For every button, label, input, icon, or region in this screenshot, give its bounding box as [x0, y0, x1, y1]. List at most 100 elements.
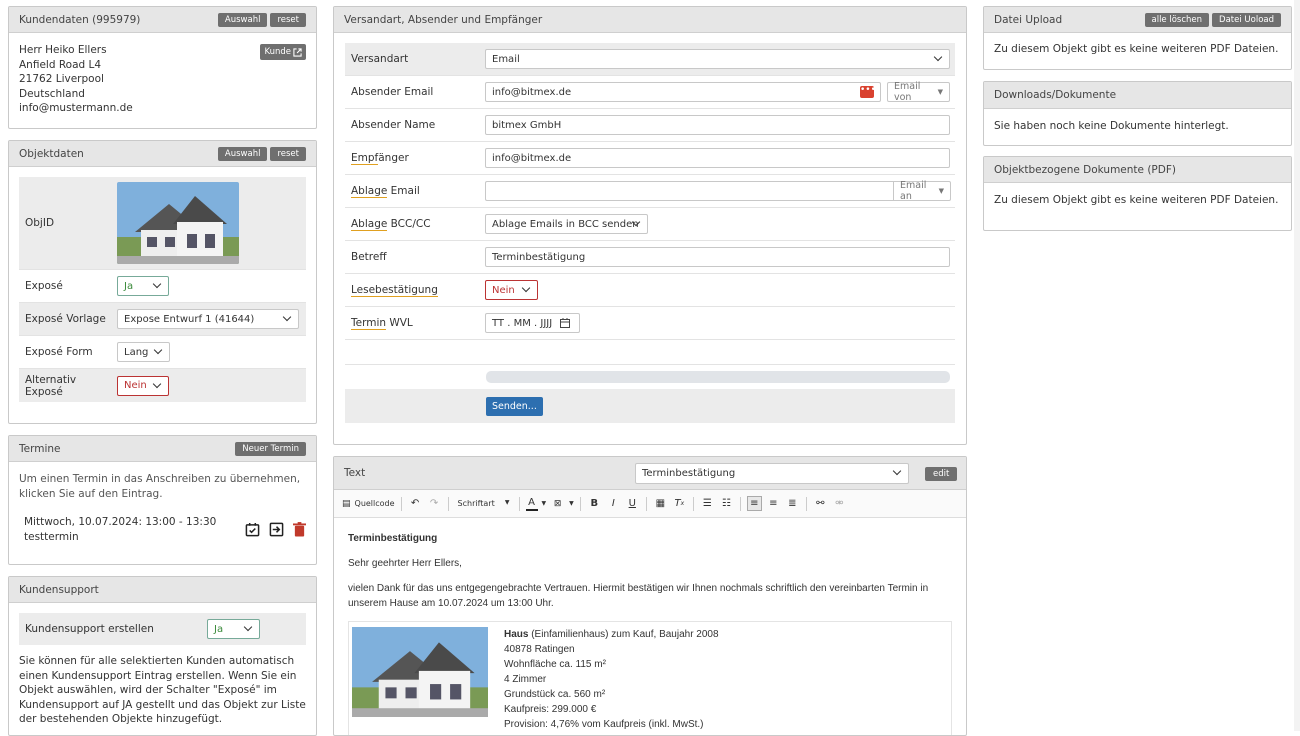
spacer-row	[345, 340, 955, 365]
betreff-input[interactable]: Terminbestätigung	[485, 247, 950, 267]
blockquote-icon[interactable]: ▦	[653, 496, 668, 511]
versandart-row: Versandart Email	[345, 43, 955, 76]
alt-select[interactable]: Nein	[117, 375, 169, 396]
house-image[interactable]	[117, 182, 239, 264]
caret-down-icon: ▼	[504, 499, 510, 506]
termin-wvl-label-a: Termin	[351, 317, 387, 330]
text-edit-button[interactable]: edit	[925, 467, 958, 481]
vorlage-label: Exposé Vorlage	[25, 313, 106, 325]
link-icon[interactable]: ⚯	[813, 496, 828, 511]
object-line: 4 Zimmer	[504, 674, 547, 685]
calendar-check-icon[interactable]	[245, 522, 260, 537]
form-label: Exposé Form	[25, 346, 93, 358]
ablage-bcc-value: Ablage Emails in BCC senden	[492, 218, 639, 230]
neuer-termin-button[interactable]: Neuer Termin	[235, 441, 306, 456]
abs-email-input[interactable]: info@bitmex.de •••	[485, 82, 881, 102]
empfaenger-row: Empfänger info@bitmex.de	[345, 142, 955, 175]
italic-icon[interactable]: I	[606, 496, 621, 511]
more-icon[interactable]: •••	[860, 86, 876, 98]
email-an-dropdown[interactable]: Email an ▼	[893, 180, 951, 202]
align-center-icon[interactable]: ≡	[766, 496, 781, 511]
ablage-email-label-a: Ablage	[351, 185, 388, 198]
support-erstellen-select[interactable]: Ja	[207, 619, 260, 639]
underline-icon[interactable]: U	[625, 496, 640, 511]
ablage-email-input[interactable]	[485, 181, 893, 201]
versand-title: Versandart, Absender und Empfänger	[344, 13, 543, 26]
form-row: Exposé Form Lang	[19, 336, 306, 369]
house-image	[352, 627, 488, 717]
calendar-icon[interactable]	[560, 318, 570, 328]
source-icon[interactable]: ▤	[342, 499, 351, 509]
support-erstellen-value: Ja	[214, 623, 224, 635]
alt-row: Alternativ Exposé Nein	[19, 369, 306, 402]
bullet-list-icon[interactable]: ☷	[719, 496, 734, 511]
upload-panel: Datei Upload alle löschen Datei Uoload Z…	[983, 6, 1292, 70]
kunde-open-button[interactable]: Kunde	[260, 44, 306, 60]
termin-date: Mittwoch, 10.07.2024: 13:00 - 13:30	[24, 516, 217, 529]
align-left-icon[interactable]: ≡	[746, 496, 762, 511]
termin-wvl-value: TT . MM . JJJJ	[492, 317, 553, 329]
toolbar-separator	[805, 496, 807, 511]
kunde-reset-button[interactable]: reset	[270, 12, 306, 27]
editor-content[interactable]: Terminbestätigung Sehr geehrter Herr Ell…	[334, 518, 966, 735]
undo-icon[interactable]: ↶	[408, 496, 423, 511]
ablage-email-label: Ablage Email	[345, 185, 485, 198]
termin-name: testtermin	[24, 530, 79, 543]
clear-format-icon[interactable]: Tx	[672, 496, 687, 511]
object-line: Kaufpreis: 299.000 €	[504, 704, 597, 715]
scrollbar[interactable]	[1294, 0, 1300, 731]
upload-text: Zu diesem Objekt gibt es keine weiteren …	[994, 43, 1279, 55]
upload-header: Datei Upload alle löschen Datei Uoload	[984, 7, 1291, 33]
kunde-city: 21762 Liverpool	[19, 73, 104, 86]
vorlage-select[interactable]: Expose Entwurf 1 (41644)	[117, 309, 299, 329]
unlink-icon[interactable]: ⚮	[832, 496, 847, 511]
objektdaten-title: Objektdaten	[19, 147, 84, 160]
abs-name-label: Absender Name	[351, 119, 436, 131]
expose-select[interactable]: Ja	[117, 276, 169, 296]
support-erstellen-label: Kundensupport erstellen	[25, 623, 154, 635]
chevron-down-icon	[152, 379, 162, 388]
caret-down-icon[interactable]: ▼	[569, 500, 574, 507]
versand-header: Versandart, Absender und Empfänger	[334, 7, 966, 33]
quellcode-button[interactable]: Quellcode	[355, 499, 395, 508]
kundendaten-panel: Kundendaten (995979) Auswahl reset Herr …	[8, 6, 317, 129]
delete-all-button[interactable]: alle löschen	[1144, 12, 1210, 27]
toolbar-separator	[400, 496, 402, 511]
kunde-email: info@mustermann.de	[19, 102, 133, 115]
kunde-auswahl-button[interactable]: Auswahl	[217, 12, 268, 27]
toolbar-separator	[579, 496, 581, 511]
empfaenger-input[interactable]: info@bitmex.de	[485, 148, 950, 168]
termine-hint: Um einen Termin in das Anschreiben zu üb…	[19, 473, 301, 500]
support-text: Sie können für alle selektierten Kunden …	[19, 655, 306, 726]
termine-panel: Termine Neuer Termin Um einen Termin in …	[8, 435, 317, 565]
toolbar-separator	[645, 496, 647, 511]
termin-entry[interactable]: Mittwoch, 10.07.2024: 13:00 - 13:30 test…	[19, 515, 306, 544]
align-justify-icon[interactable]: ≣	[785, 496, 800, 511]
abs-name-input[interactable]: bitmex GmbH	[485, 115, 950, 135]
termin-wvl-date-input[interactable]: TT . MM . JJJJ	[485, 313, 580, 333]
import-icon[interactable]	[269, 522, 284, 537]
file-upload-button[interactable]: Datei Uoload	[1212, 12, 1281, 27]
ablage-bcc-select[interactable]: Ablage Emails in BCC senden	[485, 214, 648, 234]
objekt-auswahl-button[interactable]: Auswahl	[217, 146, 268, 161]
objekt-reset-button[interactable]: reset	[270, 146, 306, 161]
lese-select[interactable]: Nein	[485, 280, 538, 300]
form-select[interactable]: Lang	[117, 342, 170, 362]
bold-icon[interactable]: B	[587, 496, 602, 511]
ablage-email-label-b: Email	[387, 185, 420, 197]
send-button[interactable]: Senden...	[486, 396, 543, 416]
numbered-list-icon[interactable]: ☰	[700, 496, 715, 511]
caret-down-icon[interactable]: ▼	[542, 500, 547, 507]
email-von-dropdown[interactable]: Email von ▼	[887, 81, 950, 103]
vorlage-row: Exposé Vorlage Expose Entwurf 1 (41644)	[19, 303, 306, 336]
schriftart-label: Schriftart	[457, 499, 495, 508]
versandart-select[interactable]: Email	[485, 49, 950, 69]
text-color-icon[interactable]: A	[525, 496, 538, 511]
redo-icon[interactable]: ↷	[427, 496, 442, 511]
empfaenger-value: info@bitmex.de	[492, 152, 572, 164]
bg-color-icon[interactable]: ⊠	[550, 496, 565, 511]
trash-icon[interactable]	[293, 522, 306, 537]
schriftart-dropdown[interactable]: Schriftart ▼	[455, 499, 513, 508]
termin-wvl-label: Termin WVL	[345, 317, 485, 330]
text-template-select[interactable]: Terminbestätigung	[635, 463, 909, 484]
